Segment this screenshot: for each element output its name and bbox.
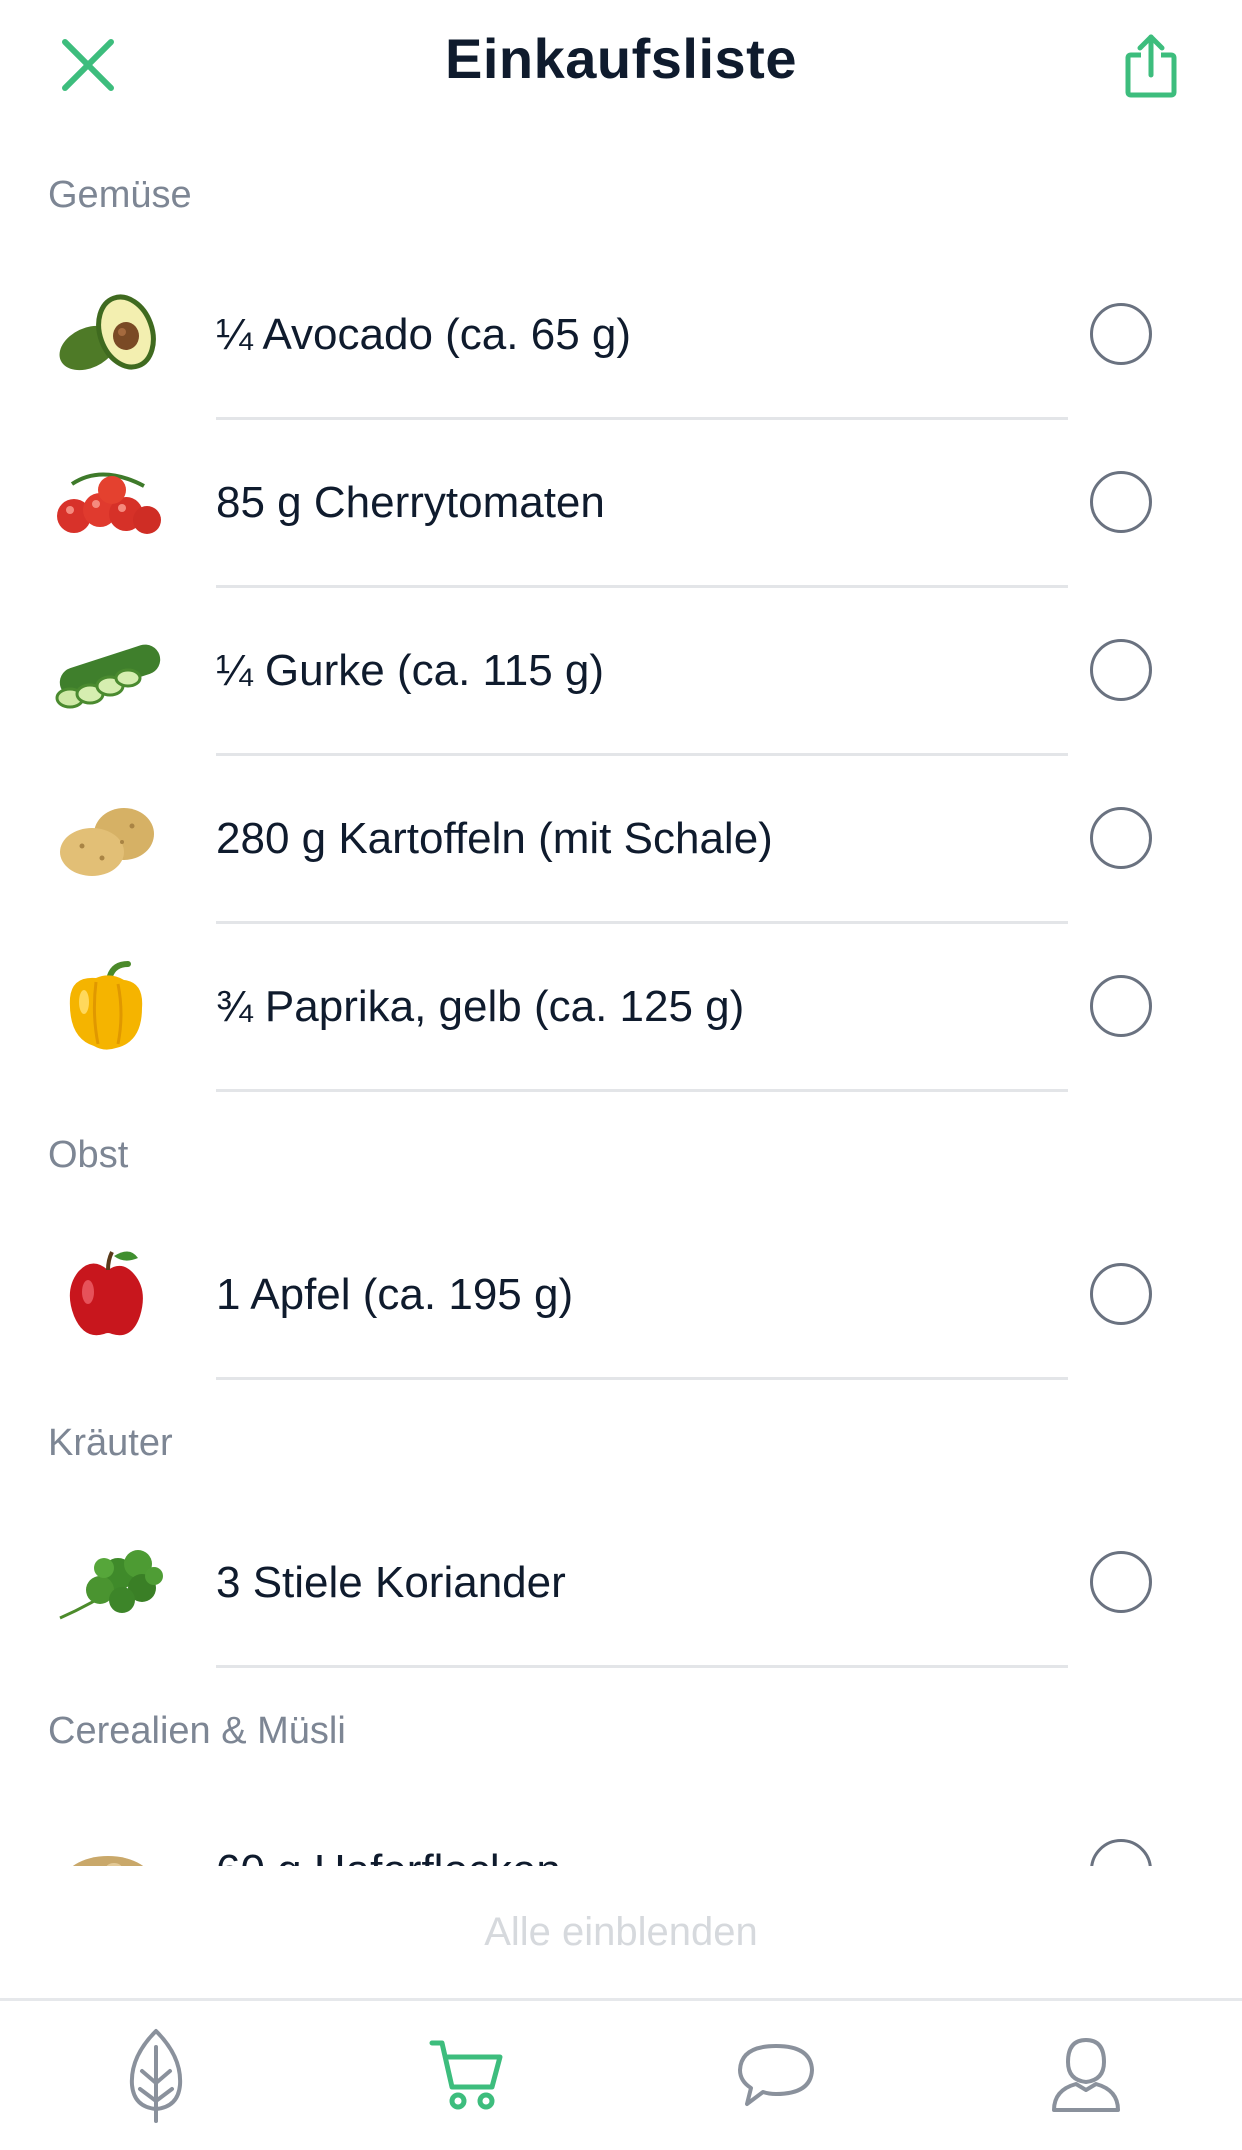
list-item[interactable]: ¾ Paprika, gelb (ca. 125 g) [0, 924, 1242, 1092]
potatoes-icon [52, 790, 164, 890]
item-checkbox[interactable] [1090, 471, 1152, 533]
tab-profile[interactable] [1036, 2025, 1136, 2125]
oats-icon [52, 1822, 164, 1868]
cherry-tomatoes-icon [52, 454, 164, 554]
item-checkbox[interactable] [1090, 639, 1152, 701]
tab-shopping[interactable] [416, 2025, 516, 2125]
section-title-cerealien: Cerealien & Müsli [48, 1710, 346, 1752]
apple-icon [52, 1246, 164, 1346]
show-all-link[interactable]: Alle einblenden [0, 1910, 1242, 1955]
item-label: ¾ Paprika, gelb (ca. 125 g) [216, 982, 745, 1031]
shopping-list[interactable]: Gemüse ¼ Avocado (ca. 65 g) 85 g Cherryt… [0, 150, 1242, 1868]
list-item[interactable]: ¼ Gurke (ca. 115 g) [0, 588, 1242, 756]
list-item[interactable]: 280 g Kartoffeln (mit Schale) [0, 756, 1242, 924]
divider [216, 1377, 1068, 1380]
item-label: 60 g Haferflocken [216, 1846, 561, 1868]
tab-bar [0, 1998, 1242, 2150]
item-checkbox[interactable] [1090, 1839, 1152, 1868]
list-item[interactable]: 1 Apfel (ca. 195 g) [0, 1212, 1242, 1380]
item-label: 280 g Kartoffeln (mit Schale) [216, 814, 773, 863]
divider [216, 1665, 1068, 1668]
user-icon [1052, 2037, 1120, 2112]
item-label: ¼ Gurke (ca. 115 g) [216, 646, 605, 695]
cart-icon [429, 2040, 503, 2110]
section-title-gemuese: Gemüse [48, 174, 192, 216]
list-item[interactable]: 60 g Haferflocken [0, 1788, 1242, 1868]
leaf-icon [129, 2029, 183, 2123]
item-label: 1 Apfel (ca. 195 g) [216, 1270, 574, 1319]
item-checkbox[interactable] [1090, 303, 1152, 365]
share-icon [1125, 34, 1177, 98]
avocado-icon [52, 286, 164, 386]
item-checkbox[interactable] [1090, 1263, 1152, 1325]
divider [216, 1089, 1068, 1092]
tab-chat[interactable] [726, 2025, 826, 2125]
item-checkbox[interactable] [1090, 807, 1152, 869]
section-title-obst: Obst [48, 1134, 129, 1176]
section-title-kraeuter: Kräuter [48, 1422, 173, 1464]
page-title: Einkaufsliste [445, 27, 797, 90]
coriander-icon [52, 1534, 164, 1634]
item-label: ¼ Avocado (ca. 65 g) [216, 310, 632, 359]
list-item[interactable]: ¼ Avocado (ca. 65 g) [0, 252, 1242, 420]
item-label: 85 g Cherrytomaten [216, 478, 605, 527]
header: Einkaufsliste [0, 0, 1242, 130]
list-item[interactable]: 3 Stiele Koriander [0, 1500, 1242, 1668]
cucumber-icon [52, 622, 164, 722]
item-checkbox[interactable] [1090, 1551, 1152, 1613]
item-checkbox[interactable] [1090, 975, 1152, 1037]
chat-bubble-icon [738, 2044, 814, 2106]
tab-recipes[interactable] [106, 2025, 206, 2125]
list-item[interactable]: 85 g Cherrytomaten [0, 420, 1242, 588]
item-label: 3 Stiele Koriander [216, 1558, 566, 1607]
yellow-pepper-icon [52, 958, 164, 1058]
share-button[interactable] [1116, 26, 1186, 106]
